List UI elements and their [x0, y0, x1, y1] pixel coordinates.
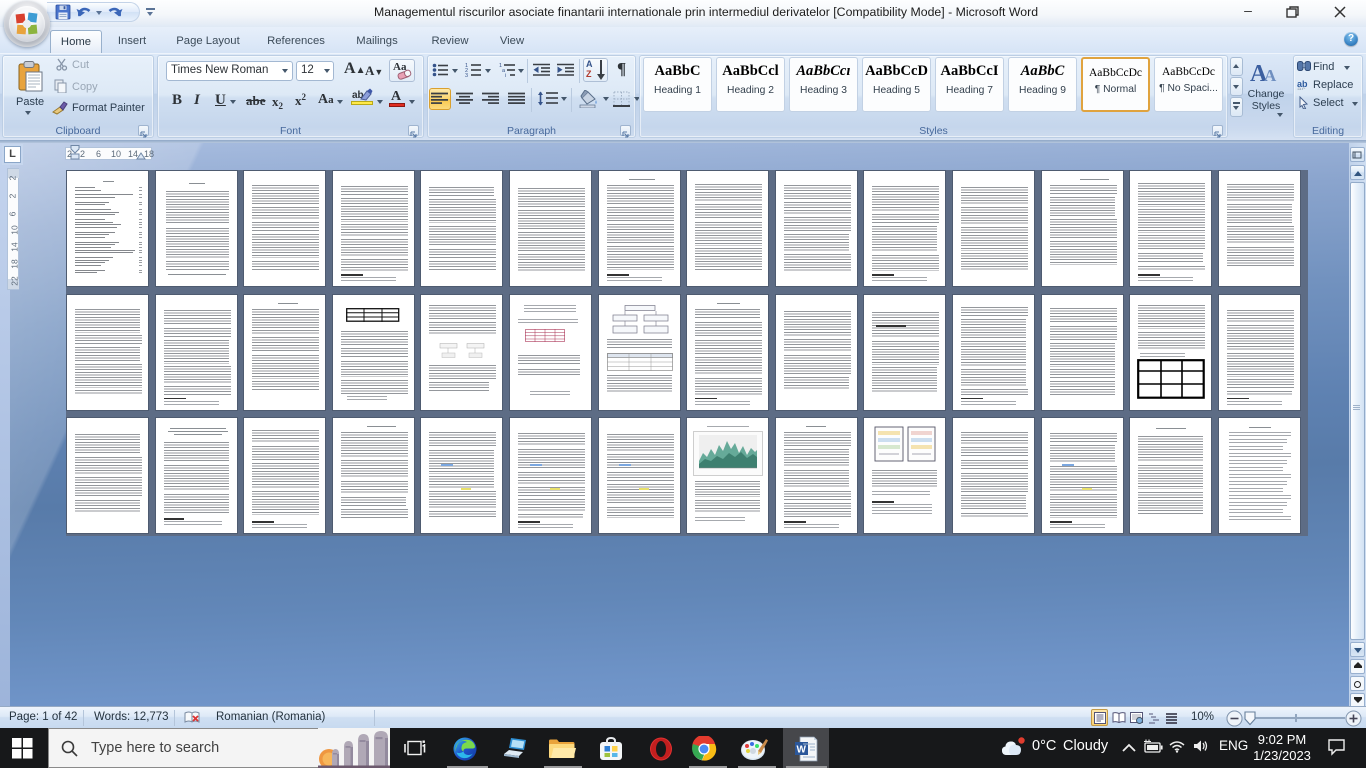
- svg-text:W: W: [797, 745, 807, 756]
- svg-text:i: i: [505, 73, 506, 77]
- svg-text:3: 3: [465, 73, 468, 77]
- svg-text:ac: ac: [1297, 85, 1305, 90]
- svg-text:A: A: [1264, 66, 1277, 85]
